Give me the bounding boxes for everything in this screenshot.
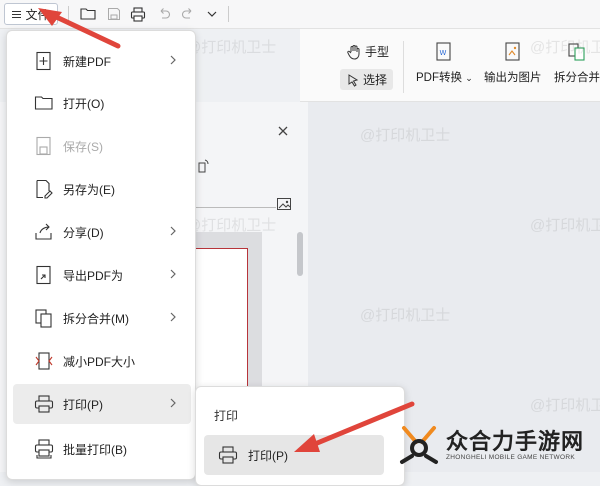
split-merge-ribbon-label: 拆分合并	[554, 72, 600, 84]
chevron-right-icon	[169, 268, 177, 280]
menu-item-label: 另存为(E)	[63, 182, 115, 197]
hand-tool-label: 手型	[365, 45, 390, 59]
menu-item-batch-print[interactable]: 批量打印(B)	[13, 429, 191, 469]
save-icon[interactable]	[104, 4, 124, 24]
hand-icon	[346, 44, 362, 60]
menu-item-label: 打印(P)	[63, 397, 103, 412]
image-icon[interactable]	[276, 196, 292, 212]
menu-item-share[interactable]: 分享(D)	[13, 212, 191, 252]
split-merge-icon	[33, 307, 55, 329]
file-menu-dropdown: 新建PDF 打开(O) 保存(S) 另存为(E) 分享(D) 导出PDF为 拆分…	[6, 30, 196, 480]
file-menu-label: 文件	[25, 7, 50, 22]
logo-title: 众合力手游网	[446, 428, 585, 454]
menu-item-label: 导出PDF为	[63, 268, 124, 283]
batch-print-icon	[33, 438, 55, 460]
site-logo: 众合力手游网 ZHONGHELI MOBILE GAME NETWORK	[398, 418, 600, 472]
export-image-icon	[502, 41, 524, 63]
rotate-page-icon[interactable]	[196, 158, 210, 174]
split-merge-icon	[566, 41, 588, 63]
logo-subtitle: ZHONGHELI MOBILE GAME NETWORK	[446, 453, 575, 461]
svg-text:W: W	[440, 49, 447, 57]
panel-divider	[196, 207, 276, 208]
export-image-label: 输出为图片	[484, 72, 542, 84]
pdf-convert-button[interactable]: W PDF转换 ⌄	[416, 41, 473, 85]
submenu-title: 打印	[214, 409, 239, 423]
menu-item-label: 分享(D)	[63, 225, 104, 240]
chevron-down-icon[interactable]	[202, 4, 222, 24]
menu-item-save[interactable]: 保存(S)	[13, 126, 191, 166]
save-as-icon	[33, 178, 55, 200]
menu-item-print[interactable]: 打印(P)	[13, 384, 191, 424]
menu-item-label: 新建PDF	[63, 54, 112, 69]
hand-tool-button[interactable]: 手型	[346, 43, 389, 60]
submenu-print-label: 打印(P)	[248, 448, 288, 463]
file-menu-button[interactable]: 文件	[4, 3, 58, 25]
chevron-down-icon: ⌄	[465, 73, 473, 83]
menu-item-label: 减小PDF大小	[63, 354, 136, 369]
submenu-print-item[interactable]: 打印(P)	[204, 435, 384, 475]
chevron-right-icon	[169, 225, 177, 237]
menu-item-export-pdf[interactable]: 导出PDF为	[13, 255, 191, 295]
chevron-right-icon	[169, 397, 177, 409]
menu-item-label: 打开(O)	[63, 96, 105, 111]
menu-item-split-merge[interactable]: 拆分合并(M)	[13, 298, 191, 338]
hamburger-icon	[12, 10, 22, 19]
compress-pdf-icon	[33, 350, 55, 372]
toolbar-divider	[228, 6, 229, 22]
close-panel-icon[interactable]	[276, 124, 290, 138]
new-pdf-icon	[33, 50, 55, 72]
print-icon	[33, 393, 55, 415]
print-icon	[218, 446, 238, 464]
select-tool-label: 选择	[363, 73, 388, 87]
panel-scrollbar[interactable]	[297, 232, 303, 276]
menu-item-label: 拆分合并(M)	[63, 311, 129, 326]
print-icon[interactable]	[128, 4, 148, 24]
menu-item-label: 保存(S)	[63, 139, 103, 154]
pdf-convert-label: PDF转换	[416, 72, 462, 84]
chevron-right-icon	[169, 311, 177, 323]
ribbon-toolbar: 手型 选择 W PDF转换 ⌄ 输出为图片 拆分合并	[300, 29, 600, 102]
menu-item-open[interactable]: 打开(O)	[13, 83, 191, 123]
export-image-button[interactable]: 输出为图片	[484, 41, 542, 85]
print-submenu: 打印 打印(P)	[195, 386, 405, 486]
chevron-right-icon	[169, 54, 177, 66]
pdf-convert-icon: W	[433, 41, 455, 63]
undo-icon[interactable]	[154, 4, 174, 24]
menu-item-compress-pdf[interactable]: 减小PDF大小	[13, 341, 191, 381]
menu-item-new-pdf[interactable]: 新建PDF	[13, 41, 191, 81]
cursor-icon	[346, 73, 360, 87]
export-pdf-icon	[33, 264, 55, 286]
split-merge-ribbon-button[interactable]: 拆分合并	[554, 41, 600, 85]
watermark-text: @打印机卫士	[186, 39, 277, 56]
menu-item-label: 批量打印(B)	[63, 442, 127, 457]
select-tool-button[interactable]: 选择	[340, 69, 394, 90]
redo-icon[interactable]	[178, 4, 198, 24]
toolbar-divider	[68, 6, 69, 22]
open-icon	[33, 92, 55, 114]
menu-item-save-as[interactable]: 另存为(E)	[13, 169, 191, 209]
save-icon	[33, 135, 55, 157]
share-icon	[33, 221, 55, 243]
logo-mark-icon	[398, 422, 440, 468]
open-folder-icon[interactable]	[78, 4, 98, 24]
ribbon-divider	[403, 41, 404, 93]
